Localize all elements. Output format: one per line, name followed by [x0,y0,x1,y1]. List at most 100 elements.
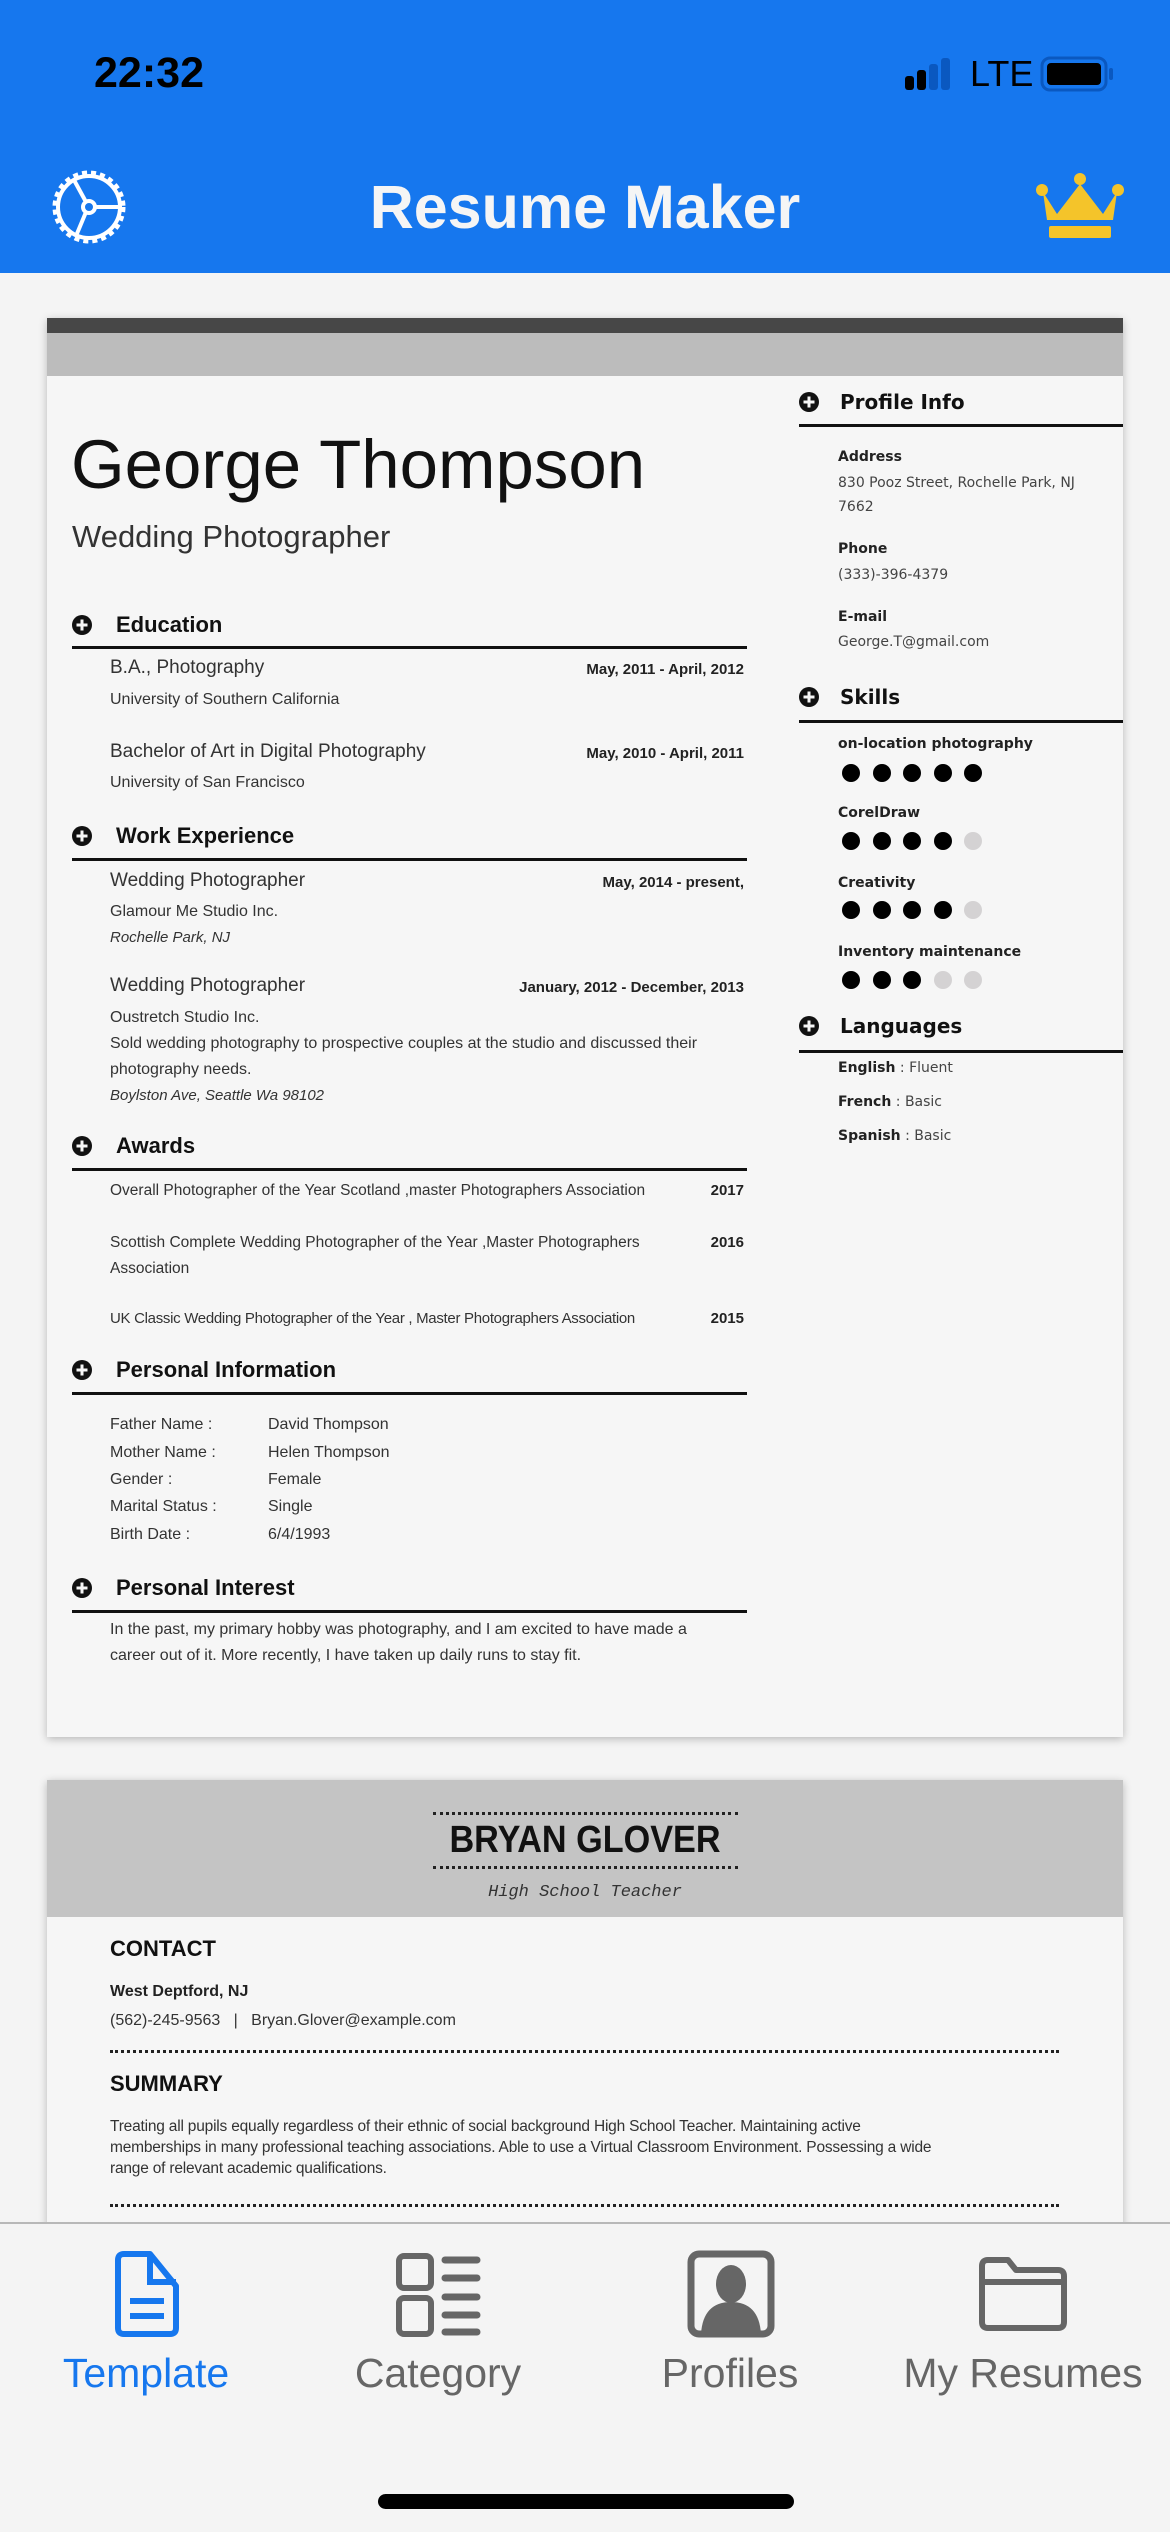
phone-value: (333)-396-4379 [838,567,949,583]
education-title: B.A., Photography [110,657,265,678]
skill-dot-filled [842,764,860,782]
tab-label: Profiles [661,2350,799,2396]
app-header: 22:32 LTE Resume Maker [0,0,1170,273]
job-location: Rochelle Park, NJ [110,929,231,946]
personal-label: Father Name : [110,1416,213,1433]
profile-icon [687,2250,775,2338]
battery-icon [1040,56,1113,92]
contact-heading: CONTACT [110,1936,216,1961]
divider [72,858,747,861]
plus-circle-icon [72,826,92,846]
education-dates: May, 2011 - April, 2012 [586,661,744,678]
education-dates: May, 2010 - April, 2011 [586,745,744,762]
signal-icon [905,58,950,90]
phone-label: Phone [838,541,888,557]
divider [72,1392,747,1395]
skill-dot-empty [964,832,982,850]
personal-value: David Thompson [268,1416,389,1433]
skill-dot-filled [903,971,921,989]
skill-dot-filled [903,901,921,919]
tab-label: Template [62,2350,230,2396]
job-dates: January, 2012 - December, 2013 [519,979,744,996]
skill-name: Inventory maintenance [838,944,1022,960]
section-heading-education: Education [116,612,223,637]
plus-circle-icon [72,615,92,635]
separator: | [233,2012,238,2029]
plus-circle-icon [799,1016,819,1036]
tab-profiles[interactable]: Profiles [584,2224,876,2424]
network-label: LTE [970,53,1034,94]
skill-dot-filled [842,901,860,919]
award-name: Overall Photographer of the Year Scotlan… [110,1182,646,1199]
summary-text: range of relevant academic qualification… [110,2160,387,2177]
personal-value: Female [268,1471,322,1488]
education-title: Bachelor of Art in Digital Photography [110,741,426,762]
category-list-icon [396,2253,481,2337]
personal-label: Marital Status : [110,1498,217,1515]
contact-line: (562)-245-9563 | Bryan.Glover@example.co… [110,2009,456,2033]
crown-icon[interactable] [1035,170,1125,240]
contact-email: Bryan.Glover@example.com [251,2012,456,2029]
divider [72,1610,747,1613]
skill-dot-filled [964,764,982,782]
top-gray-bar [47,333,1123,376]
status-time: 22:32 [94,49,204,97]
resume-name: George Thompson [71,426,646,503]
skill-dot-filled [933,832,952,850]
tab-label: Category [354,2350,522,2396]
resume-name: BRYAN GLOVER [449,1819,721,1861]
divider [799,424,1123,427]
skill-dot-empty [933,971,952,989]
personal-value: Helen Thompson [268,1444,390,1461]
language-item: English : Fluent [838,1060,953,1076]
dotted-divider [110,2204,1059,2207]
language-item: French : Basic [838,1094,943,1110]
plus-circle-icon [799,392,819,412]
tab-category[interactable]: Category [292,2224,584,2424]
contact-phone: (562)-245-9563 [110,2012,221,2029]
skill-dot-filled [933,901,952,919]
education-school: University of Southern California [110,691,340,708]
resume-template-card-1[interactable]: George Thompson Wedding Photographer Edu… [47,318,1123,1737]
divider [799,720,1123,723]
skill-dot-filled [933,764,952,782]
tab-my-resumes[interactable]: My Resumes [876,2224,1170,2424]
contact-location: West Deptford, NJ [110,1983,249,2000]
app-title: Resume Maker [369,173,801,241]
email-value: George.T@gmail.com [838,634,990,650]
plus-circle-icon [72,1360,92,1380]
tab-template[interactable]: Template [0,2224,292,2424]
interest-text: In the past, my primary hobby was photog… [110,1621,687,1638]
award-name: UK Classic Wedding Photographer of the Y… [110,1310,635,1327]
section-heading-awards: Awards [116,1133,196,1158]
section-heading-personal: Personal Information [116,1357,337,1382]
folder-icon [979,2257,1067,2331]
email-label: E-mail [838,609,888,625]
job-company: Oustretch Studio Inc. [110,1009,260,1026]
section-heading-interest: Personal Interest [116,1575,295,1600]
award-name-cont: Association [110,1260,190,1277]
education-school: University of San Francisco [110,774,305,791]
award-year: 2016 [710,1234,744,1251]
personal-value: Single [268,1498,313,1515]
personal-label: Birth Date : [110,1526,191,1543]
section-heading-skills: Skills [840,685,901,709]
personal-label: Gender : [110,1471,173,1488]
skill-name: on-location photography [838,736,1033,752]
summary-heading: SUMMARY [110,2071,223,2096]
personal-label: Mother Name : [110,1444,216,1461]
divider [72,1168,747,1171]
skill-dot-filled [842,971,860,989]
plus-circle-icon [799,687,819,707]
resume-role: Wedding Photographer [72,519,391,554]
bottom-tab-bar: Template Category Profiles My Resumes [0,2222,1170,2532]
resume-role: High School Teacher [488,1883,682,1902]
language-item: Spanish : Basic [838,1128,952,1144]
skill-dot-filled [872,971,891,989]
skill-dot-empty [964,901,982,919]
divider [72,646,747,649]
dotted-divider [110,2050,1059,2053]
skill-dot-filled [842,832,860,850]
skill-dot-filled [872,832,891,850]
job-description: Sold wedding photography to prospective … [110,1035,698,1052]
